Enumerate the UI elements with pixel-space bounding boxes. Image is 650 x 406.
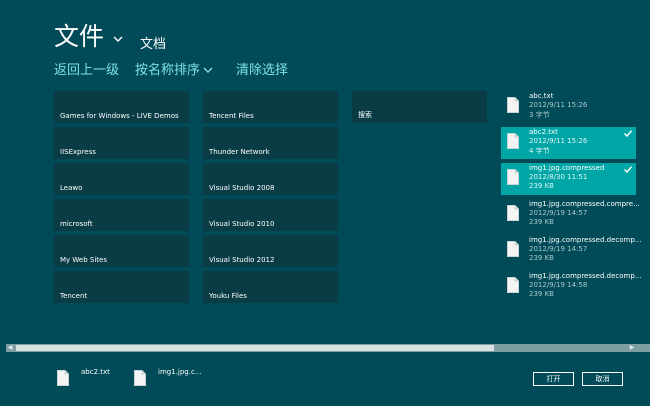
file-name: img1.jpg.compressed.decomp... [529, 236, 642, 244]
chevron-down-icon[interactable] [203, 66, 213, 74]
folder-name: Tencent [60, 292, 88, 300]
folder-name: Thunder Network [209, 148, 270, 156]
document-icon [507, 205, 519, 221]
folder-name: Youku Files [209, 292, 247, 300]
cancel-button[interactable]: 取消 [582, 372, 623, 386]
current-folder-label: 文档 [140, 37, 167, 52]
document-icon [507, 277, 519, 293]
folder-tile[interactable]: Visual Studio 2010 [203, 199, 338, 231]
file-date: 2012/9/19 14:58 [529, 281, 588, 289]
folder-name: Visual Studio 2012 [209, 256, 275, 264]
folder-name: Visual Studio 2008 [209, 184, 275, 192]
folder-tile[interactable]: Visual Studio 2012 [203, 235, 338, 267]
sort-by-name-button[interactable]: 按名称排序 [135, 59, 200, 78]
folder-tile[interactable]: IISExpress [54, 127, 189, 159]
document-icon [134, 370, 146, 386]
folder-tile[interactable]: Leawo [54, 163, 189, 195]
file-size: 4 字节 [529, 147, 550, 155]
checkmark-icon [624, 130, 632, 137]
folder-name: Games for Windows - LIVE Demos [60, 112, 179, 120]
folder-name: Tencent Files [209, 112, 254, 120]
document-icon [57, 370, 69, 386]
folder-name: Leawo [60, 184, 83, 192]
page-title[interactable]: 文件 [54, 22, 104, 52]
go-up-button[interactable]: 返回上一级 [54, 59, 119, 78]
folder-name: My Web Sites [60, 256, 107, 264]
scroll-right-icon[interactable]: ▶ [628, 344, 636, 352]
file-date: 2012/8/30 11:51 [529, 173, 588, 181]
selected-file-name: abc2.txt [81, 368, 110, 376]
folder-name: IISExpress [60, 148, 96, 156]
file-item[interactable]: img1.jpg.compressed.decomp... 2012/9/19 … [501, 271, 641, 303]
clear-selection-button[interactable]: 清除选择 [236, 59, 288, 78]
document-icon [507, 241, 519, 257]
scroll-thumb[interactable] [16, 345, 494, 351]
file-item[interactable]: abc2.txt 2012/9/11 15:26 4 字节 [501, 127, 636, 159]
file-item[interactable]: img1.jpg.compressed.compre... 2012/9/19 … [501, 199, 640, 231]
document-icon [507, 169, 519, 185]
file-size: 239 KB [529, 290, 554, 298]
document-icon [507, 97, 519, 113]
folder-tile[interactable]: microsoft [54, 199, 189, 231]
file-date: 2012/9/11 15:26 [529, 137, 588, 145]
folder-tile[interactable]: 搜索 [352, 91, 487, 123]
file-date: 2012/9/11 15:26 [529, 101, 588, 109]
document-icon [507, 133, 519, 149]
checkmark-icon [624, 166, 632, 173]
file-item[interactable]: abc.txt 2012/9/11 15:26 3 字节 [501, 91, 636, 123]
scroll-left-icon[interactable]: ◀ [6, 344, 14, 352]
folder-tile[interactable]: Thunder Network [203, 127, 338, 159]
file-item[interactable]: img1.jpg.compressed 2012/8/30 11:51 239 … [501, 163, 636, 195]
file-date: 2012/9/19 14:57 [529, 245, 588, 253]
folder-tile[interactable]: Youku Files [203, 271, 338, 303]
chevron-down-icon[interactable] [113, 35, 123, 43]
selected-file-name: img1.jpg.c... [158, 368, 202, 376]
file-size: 3 字节 [529, 111, 550, 119]
folder-tile[interactable]: Tencent Files [203, 91, 338, 123]
folder-tile[interactable]: Visual Studio 2008 [203, 163, 338, 195]
horizontal-scrollbar[interactable]: ◀ ▶ [6, 344, 650, 352]
folder-tile[interactable]: My Web Sites [54, 235, 189, 267]
folder-name: Visual Studio 2010 [209, 220, 275, 228]
open-button[interactable]: 打开 [533, 372, 574, 386]
file-name: abc.txt [529, 92, 554, 100]
file-name: abc2.txt [529, 128, 558, 136]
file-size: 239 KB [529, 182, 554, 190]
folder-tile[interactable]: Tencent [54, 271, 189, 303]
folder-name: microsoft [60, 220, 93, 228]
file-date: 2012/9/19 14:57 [529, 209, 588, 217]
file-name: img1.jpg.compressed.compre... [529, 200, 640, 208]
file-name: img1.jpg.compressed.decomp... [529, 272, 642, 280]
file-size: 239 KB [529, 254, 554, 262]
folder-name: 搜索 [358, 111, 372, 119]
file-item[interactable]: img1.jpg.compressed.decomp... 2012/9/19 … [501, 235, 641, 267]
file-name: img1.jpg.compressed [529, 164, 605, 172]
file-size: 239 KB [529, 218, 554, 226]
folder-tile[interactable]: Games for Windows - LIVE Demos [54, 91, 189, 123]
